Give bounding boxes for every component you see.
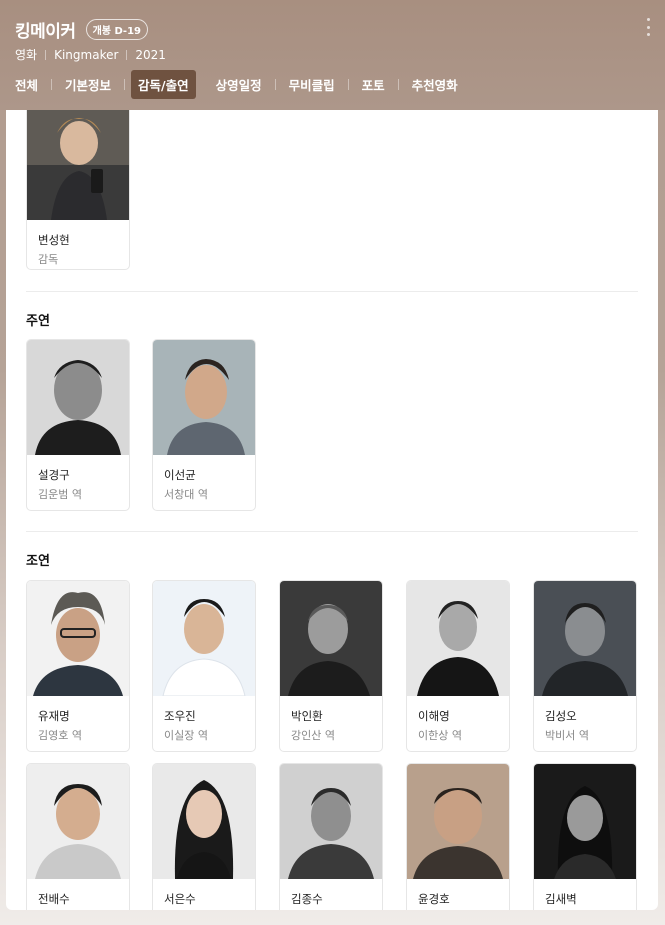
lead-section-title: 주연	[26, 314, 50, 329]
release-badge: 개봉 D-19	[85, 19, 148, 40]
support-section-title: 조연	[26, 554, 50, 569]
cast-name: 김새벽	[545, 892, 577, 906]
cast-photo	[27, 764, 129, 879]
tab-all[interactable]: 전체	[8, 70, 45, 99]
cast-panel: 변성현 감독 주연 설경구 김운범 역 이선균 서창대 역 조연 유재명 김영호…	[6, 110, 658, 910]
cast-card[interactable]: 이해영 이한상 역	[406, 580, 510, 752]
cast-photo	[407, 764, 509, 879]
cast-photo	[153, 764, 255, 879]
cast-photo	[534, 764, 636, 879]
meta-genre: 영화	[15, 48, 38, 62]
section-divider	[26, 291, 638, 292]
section-divider	[26, 531, 638, 532]
director-photo	[27, 110, 129, 220]
tab-recommended[interactable]: 추천영화	[405, 70, 465, 99]
cast-card[interactable]: 윤경호	[406, 763, 510, 910]
cast-name: 김성오	[545, 709, 577, 723]
tab-cast[interactable]: 감독/출연	[131, 70, 196, 99]
meta-year: 2021	[135, 47, 166, 62]
cast-name: 윤경호	[418, 892, 450, 906]
tab-schedule[interactable]: 상영일정	[209, 70, 269, 99]
cast-card[interactable]: 조우진 이실장 역	[152, 580, 256, 752]
cast-photo	[534, 581, 636, 696]
cast-photo	[27, 340, 129, 455]
cast-card[interactable]: 김새벽	[533, 763, 637, 910]
cast-name: 전배수	[38, 892, 70, 906]
movie-meta: 영화 Kingmaker 2021	[15, 46, 166, 63]
cast-card[interactable]: 설경구 김운범 역	[26, 339, 130, 511]
cast-role: 이한상 역	[418, 729, 462, 742]
cast-card[interactable]: 유재명 김영호 역	[26, 580, 130, 752]
cast-photo	[280, 764, 382, 879]
cast-role: 김운범 역	[38, 488, 82, 501]
tab-divider	[347, 79, 349, 90]
tab-bar: 전체 기본정보 감독/출연 상영일정 무비클립 포토 추천영화	[8, 70, 465, 99]
cast-card[interactable]: 전배수	[26, 763, 130, 910]
cast-photo	[153, 340, 255, 455]
cast-card[interactable]: 박인환 강인산 역	[279, 580, 383, 752]
title-row: 킹메이커 개봉 D-19	[15, 17, 148, 42]
tab-movie-clip[interactable]: 무비클립	[282, 70, 342, 99]
meta-divider	[126, 49, 128, 60]
cast-role: 강인산 역	[291, 729, 335, 742]
cast-role: 박비서 역	[545, 729, 589, 742]
cast-name: 설경구	[38, 468, 70, 482]
meta-english-title: Kingmaker	[54, 47, 119, 62]
cast-name: 서은수	[164, 892, 196, 906]
cast-card[interactable]: 서은수	[152, 763, 256, 910]
tab-divider	[51, 79, 53, 90]
more-options-icon[interactable]	[645, 18, 651, 36]
cast-name: 김종수	[291, 892, 323, 906]
cast-role: 서창대 역	[164, 488, 208, 501]
cast-name: 조우진	[164, 709, 196, 723]
tab-divider	[274, 79, 276, 90]
cast-card[interactable]: 김종수	[279, 763, 383, 910]
director-name: 변성현	[38, 233, 70, 247]
tab-divider	[397, 79, 399, 90]
cast-name: 박인환	[291, 709, 323, 723]
cast-photo	[280, 581, 382, 696]
cast-name: 이선균	[164, 468, 196, 482]
cast-photo	[407, 581, 509, 696]
cast-role: 김영호 역	[38, 729, 82, 742]
cast-photo	[27, 581, 129, 696]
cast-name: 유재명	[38, 709, 70, 723]
cast-name: 이해영	[418, 709, 450, 723]
cast-role: 이실장 역	[164, 729, 208, 742]
tab-divider	[124, 79, 126, 90]
meta-divider	[45, 49, 47, 60]
tab-basic-info[interactable]: 기본정보	[58, 70, 118, 99]
cast-card[interactable]: 김성오 박비서 역	[533, 580, 637, 752]
cast-photo	[153, 581, 255, 696]
director-role: 감독	[38, 253, 59, 266]
movie-title: 킹메이커	[15, 22, 76, 42]
director-card[interactable]: 변성현 감독	[26, 110, 130, 270]
cast-card[interactable]: 이선균 서창대 역	[152, 339, 256, 511]
tab-photo[interactable]: 포토	[355, 70, 392, 99]
movie-header: 킹메이커 개봉 D-19 영화 Kingmaker 2021 전체 기본정보 감…	[0, 0, 665, 110]
